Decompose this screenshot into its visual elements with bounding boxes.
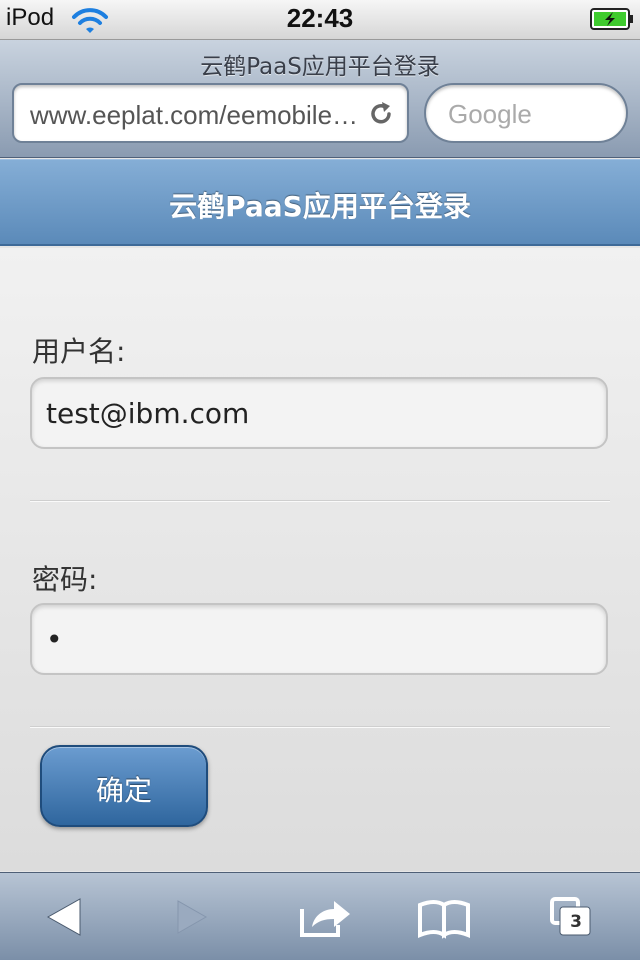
password-input[interactable] xyxy=(46,621,586,657)
tabs-count-badge: 3 xyxy=(570,912,582,932)
browser-chrome: 云鹤PaaS应用平台登录 www.eeplat.com/eemobile/mob… xyxy=(0,40,640,158)
login-form: 用户名: 密码: 确定 xyxy=(0,248,640,871)
divider xyxy=(30,500,610,502)
back-arrow-icon[interactable] xyxy=(30,887,102,947)
status-bar: iPod 22:43 xyxy=(0,0,640,40)
password-field[interactable] xyxy=(30,603,608,675)
header-title: 云鹤PaaS应用平台登录 xyxy=(169,190,471,223)
username-label: 用户名: xyxy=(32,335,126,368)
username-input[interactable] xyxy=(46,395,586,431)
address-bar[interactable]: www.eeplat.com/eemobile/mobile/login.jsp xyxy=(12,83,409,143)
search-input[interactable] xyxy=(448,98,608,130)
password-label: 密码: xyxy=(32,563,98,596)
share-icon[interactable] xyxy=(288,887,360,947)
bottom-toolbar xyxy=(0,872,640,960)
reload-icon[interactable] xyxy=(367,100,395,128)
forward-arrow-icon[interactable] xyxy=(156,887,228,947)
carrier-label: iPod xyxy=(6,4,55,31)
wifi-icon xyxy=(70,5,110,35)
divider xyxy=(30,726,610,728)
browser-page-title: 云鹤PaaS应用平台登录 xyxy=(200,54,440,80)
app-header: 云鹤PaaS应用平台登录 xyxy=(0,159,640,246)
username-field[interactable] xyxy=(30,377,608,449)
submit-button-label: 确定 xyxy=(95,774,152,807)
submit-button[interactable]: 确定 xyxy=(40,745,208,827)
bookmarks-icon[interactable] xyxy=(408,887,480,947)
search-field[interactable] xyxy=(424,83,628,143)
battery-charging-icon xyxy=(590,7,634,31)
url-text[interactable]: www.eeplat.com/eemobile/mobile/login.jsp xyxy=(30,100,360,131)
